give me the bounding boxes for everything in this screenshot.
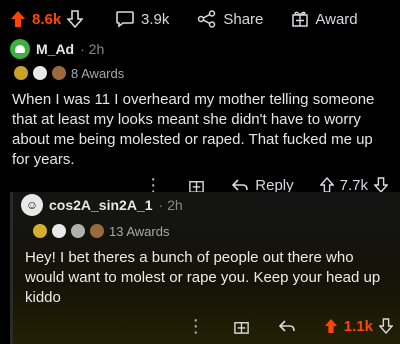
comment-awards-row[interactable]: 8 Awards: [0, 60, 400, 86]
comment-vote-group: 7.7k: [319, 176, 388, 194]
award-badge-icon: [52, 224, 66, 238]
post-vote-group: 8.6k: [10, 10, 115, 28]
award-gift-icon[interactable]: [188, 177, 205, 194]
comment-author-row: M_Ad · 2h: [0, 38, 400, 60]
reply-score: 1.1k: [343, 317, 373, 335]
avatar[interactable]: ☺: [21, 194, 43, 216]
upvote-arrow-icon[interactable]: [10, 10, 26, 28]
reply-body: Hey! I bet theres a bunch of people out …: [25, 249, 381, 306]
comment-author[interactable]: M_Ad: [36, 41, 74, 57]
comment-time: · 2h: [80, 41, 105, 57]
downvote-arrow-icon[interactable]: [379, 318, 393, 334]
award-badge-icon: [90, 224, 104, 238]
upvote-arrow-icon[interactable]: [319, 177, 334, 193]
reply-arrow-icon: [232, 179, 249, 191]
comment-score: 7.7k: [339, 176, 368, 194]
award-badge-icon: [14, 66, 28, 80]
comments-button[interactable]: 3.9k: [115, 10, 169, 28]
comment-bubble-icon: [115, 10, 135, 28]
award-label: Award: [315, 10, 358, 28]
comment-body: When I was 11 I overheard my mother tell…: [12, 91, 375, 168]
award-gift-icon[interactable]: [233, 318, 250, 335]
reply-awards-row[interactable]: 13 Awards: [13, 218, 400, 244]
reply-label: Reply: [255, 176, 294, 194]
reply-action-bar: ⋮ 1.1k: [13, 312, 400, 340]
comment-awards-count: 8 Awards: [71, 65, 125, 81]
reply-awards-count: 13 Awards: [109, 223, 170, 239]
reply-author[interactable]: cos2A_sin2A_1: [49, 197, 153, 213]
downvote-arrow-icon[interactable]: [374, 177, 388, 193]
award-button[interactable]: Award: [291, 10, 358, 28]
downvote-arrow-icon[interactable]: [67, 10, 84, 28]
post-upvote-count: 8.6k: [32, 10, 62, 28]
award-badge-icon: [33, 66, 47, 80]
upvote-arrow-icon[interactable]: [324, 318, 338, 334]
award-badge-icon: [33, 224, 47, 238]
award-gift-icon: [291, 10, 309, 28]
reply-time: · 2h: [158, 197, 183, 213]
reply-comment: ☺ cos2A_sin2A_1 · 2h 13 Awards Hey! I be…: [10, 192, 400, 344]
award-badge-icon: [71, 224, 85, 238]
post-action-bar: 8.6k 3.9k Share Award: [0, 0, 400, 38]
reply-vote-group: 1.1k: [324, 318, 393, 335]
reply-arrow-icon[interactable]: [278, 319, 296, 333]
more-dots-icon[interactable]: ⋮: [187, 316, 205, 337]
share-button[interactable]: Share: [197, 10, 263, 28]
avatar[interactable]: [10, 39, 30, 59]
award-badge-icon: [52, 66, 66, 80]
share-icon: [197, 10, 217, 28]
reply-author-row: ☺ cos2A_sin2A_1 · 2h: [13, 192, 400, 218]
reply-button[interactable]: Reply: [231, 176, 294, 194]
comments-count: 3.9k: [141, 10, 170, 28]
share-label: Share: [223, 10, 264, 28]
